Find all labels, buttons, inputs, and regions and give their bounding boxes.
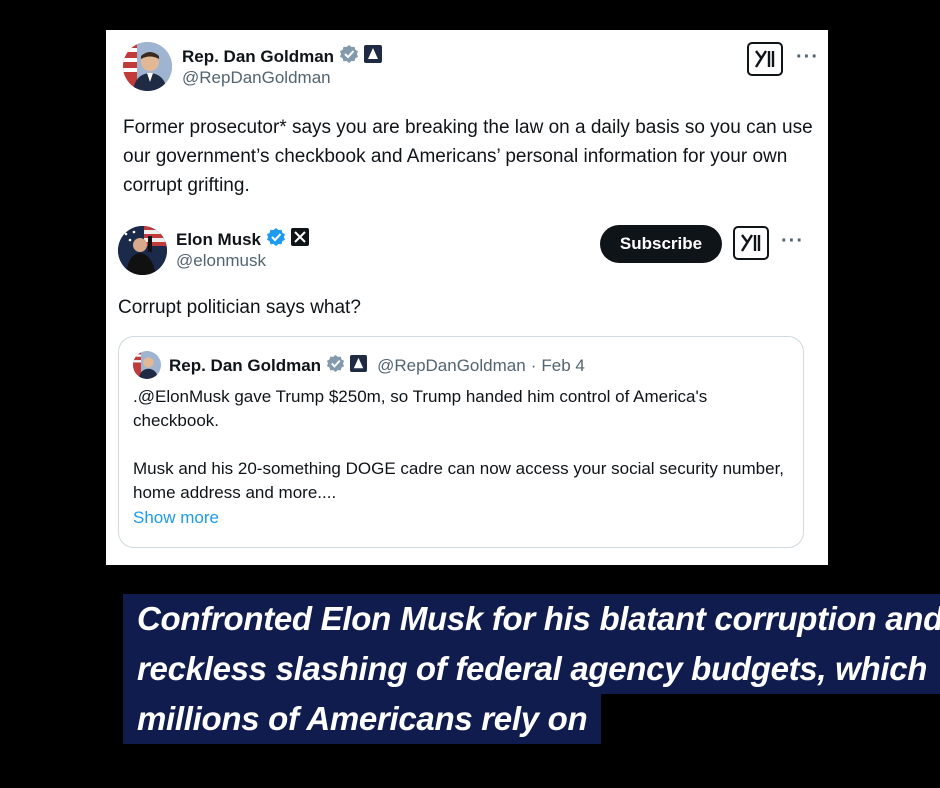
house-affiliation-icon <box>364 45 383 68</box>
goldman-name-row: Rep. Dan Goldman <box>182 44 383 69</box>
tweet-text: Former prosecutor* says you are breaking… <box>123 117 813 196</box>
musk-name[interactable]: Elon Musk <box>176 230 261 250</box>
more-options-icon[interactable]: ··· <box>796 46 819 69</box>
subscribe-button[interactable]: Subscribe <box>600 225 722 263</box>
goldman-avatar[interactable] <box>123 42 172 91</box>
more-options-icon-reply[interactable]: ··· <box>781 230 804 253</box>
reply-text: Corrupt politician says what? <box>118 297 361 318</box>
caption-line-2: reckless slashing of federal agency budg… <box>123 644 940 694</box>
verified-badge-blue-icon <box>266 227 286 252</box>
x-affiliation-icon <box>291 228 310 251</box>
screenshot-card: Rep. Dan Goldman @RepDanGoldman ··· Form… <box>106 30 828 565</box>
verified-badge-grey-icon <box>326 354 345 378</box>
musk-name-row: Elon Musk <box>176 227 310 252</box>
house-affiliation-icon <box>350 355 368 377</box>
caption-line-1: Confronted Elon Musk for his blatant cor… <box>123 594 940 644</box>
grok-icon[interactable] <box>747 42 783 76</box>
caption-line-3: millions of Americans rely on <box>123 694 602 744</box>
show-more-link[interactable]: Show more <box>133 506 219 530</box>
verified-badge-grey-icon <box>339 44 359 69</box>
goldman-handle[interactable]: @RepDanGoldman <box>182 68 331 88</box>
quoted-avatar <box>133 351 161 379</box>
quoted-separator: · <box>530 356 537 375</box>
quoted-header: Rep. Dan Goldman @RepDanGoldman · Feb 4 <box>169 354 585 378</box>
quoted-date: Feb 4 <box>541 356 585 375</box>
quoted-name: Rep. Dan Goldman <box>169 356 322 375</box>
goldman-name[interactable]: Rep. Dan Goldman <box>182 47 334 67</box>
musk-avatar[interactable] <box>118 226 167 275</box>
quoted-paragraph-2: Musk and his 20-something DOGE cadre can… <box>133 459 785 502</box>
musk-handle[interactable]: @elonmusk <box>176 251 266 271</box>
quoted-tweet[interactable]: Rep. Dan Goldman @RepDanGoldman · Feb 4 … <box>118 336 804 548</box>
quoted-paragraph-1: .@ElonMusk gave Trump $250m, so Trump ha… <box>133 387 708 430</box>
quoted-handle: @RepDanGoldman <box>377 356 526 375</box>
grok-icon-reply[interactable] <box>733 226 769 260</box>
